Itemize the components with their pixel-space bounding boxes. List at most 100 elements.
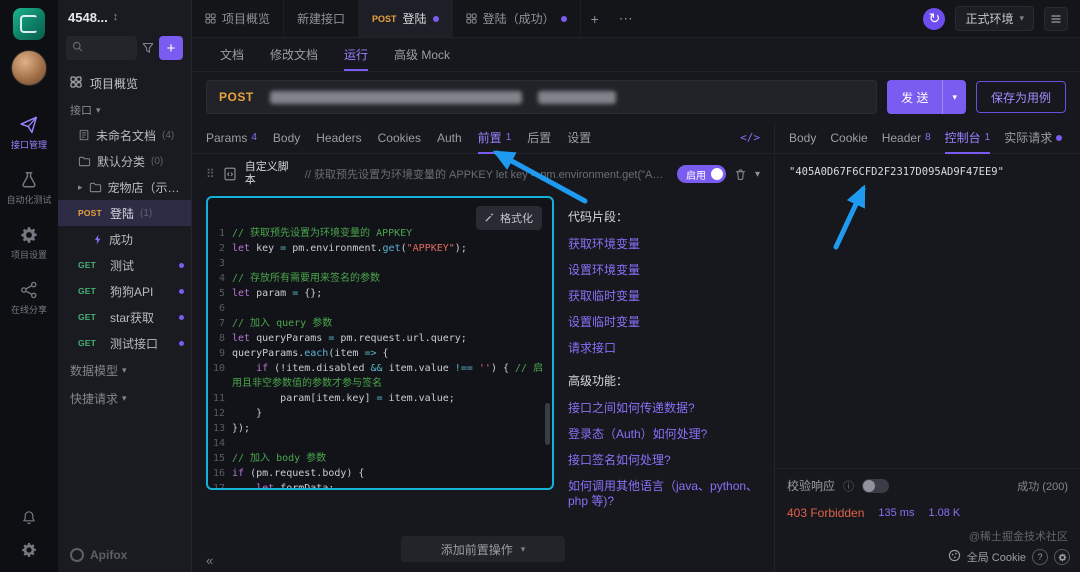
tab-settings[interactable]: 设置 — [567, 122, 591, 153]
format-button[interactable]: 格式化 — [476, 206, 542, 230]
tab-project-overview[interactable]: 项目概览 — [192, 0, 284, 37]
advanced-link-pass-data[interactable]: 接口之间如何传递数据? — [568, 401, 760, 416]
advanced-link-other-languages[interactable]: 如何调用其他语言（java、python、php 等)? — [568, 479, 760, 509]
rail-item-project-settings[interactable]: 项目设置 — [11, 226, 47, 261]
code-view-icon[interactable]: </> — [740, 122, 760, 153]
advanced-title: 高级功能： — [568, 372, 760, 389]
nav-tab-label: 高级 Mock — [394, 46, 450, 63]
collapse-sidebar-icon[interactable]: « — [206, 553, 213, 568]
sync-icon[interactable]: ↻ — [923, 8, 945, 30]
app-logo[interactable] — [13, 8, 45, 40]
api-tree: 未命名文档 (4) 默认分类 (0) ▸ 宠物店（示例）... POST 登陆 … — [58, 122, 191, 356]
collapse-chevron-icon[interactable]: ▾ — [755, 169, 760, 180]
snippet-link-set-env[interactable]: 设置环境变量 — [568, 263, 760, 278]
avatar[interactable] — [11, 50, 47, 86]
code-snippets-panel: 代码片段： 获取环境变量 设置环境变量 获取临时变量 设置临时变量 请求接口 高… — [568, 196, 760, 520]
advanced-link-auth[interactable]: 登录态（Auth）如何处理? — [568, 427, 760, 442]
nav-tab-docs[interactable]: 文档 — [220, 38, 244, 71]
nav-tab-advanced-mock[interactable]: 高级 Mock — [394, 38, 450, 71]
tree-item-unnamed-doc[interactable]: 未命名文档 (4) — [58, 122, 191, 148]
custom-script-header[interactable]: ⠿ 自定义脚本 // 获取预先设置为环境变量的 APPKEY let key =… — [192, 154, 774, 192]
method-badge: GET — [78, 338, 104, 348]
section-quick-request[interactable]: 快捷请求 ▾ — [58, 384, 191, 412]
send-button[interactable]: 发 送 ▾ — [887, 80, 966, 114]
validate-toggle[interactable] — [862, 479, 889, 493]
add-api-button[interactable]: + — [159, 36, 183, 60]
unsaved-dot — [179, 263, 184, 268]
section-api[interactable]: 接口 ▾ — [58, 98, 191, 122]
tree-item-star-request[interactable]: GET star获取 — [58, 304, 191, 330]
code-line: 17 let formData; — [212, 481, 544, 490]
snippet-link-get-temp[interactable]: 获取临时变量 — [568, 289, 760, 304]
new-tab-button[interactable]: + — [581, 0, 609, 37]
tab-label: 设置 — [567, 129, 591, 146]
tab-label: Auth — [437, 131, 462, 145]
tab-post-request[interactable]: 后置 — [527, 122, 551, 153]
redacted-url — [538, 91, 616, 104]
tab-response-cookie[interactable]: Cookie — [830, 122, 867, 153]
save-as-case-button[interactable]: 保存为用例 — [976, 81, 1066, 113]
tree-item-petstore-folder[interactable]: ▸ 宠物店（示例）... — [58, 174, 191, 200]
section-data-model[interactable]: 数据模型 ▾ — [58, 356, 191, 384]
search-input[interactable] — [66, 36, 137, 60]
settings-icon[interactable] — [1054, 549, 1070, 565]
url-input[interactable]: POST — [206, 80, 877, 114]
rail-item-api-management[interactable]: 接口管理 — [11, 116, 47, 151]
tab-pre-request[interactable]: 前置1 — [478, 122, 512, 153]
tab-response-body[interactable]: Body — [789, 122, 816, 153]
paper-plane-icon — [20, 116, 38, 134]
brand-name: Apifox — [90, 548, 127, 562]
environment-select[interactable]: 正式环境 ▾ — [955, 6, 1034, 31]
rail-item-online-share[interactable]: 在线分享 — [11, 281, 47, 316]
tree-item-success-case[interactable]: 成功 — [58, 226, 191, 252]
tab-body[interactable]: Body — [273, 122, 300, 153]
more-tabs-button[interactable]: ⋯ — [609, 0, 643, 37]
snippet-link-request-api[interactable]: 请求接口 — [568, 341, 760, 356]
menu-icon[interactable] — [1044, 7, 1068, 31]
snippet-link-set-temp[interactable]: 设置临时变量 — [568, 315, 760, 330]
help-icon[interactable]: ? — [1032, 549, 1048, 565]
tree-item-dog-api-request[interactable]: GET 狗狗API — [58, 278, 191, 304]
tab-actual-request[interactable]: 实际请求 — [1004, 122, 1062, 153]
gear-icon — [20, 226, 38, 244]
tab-count: 4 — [251, 132, 257, 143]
tab-label: Params — [206, 131, 247, 145]
drag-handle-icon[interactable]: ⠿ — [206, 167, 215, 181]
tab-login-request[interactable]: POST 登陆 — [359, 0, 453, 37]
tab-new-api[interactable]: 新建接口 — [284, 0, 359, 37]
settings-gear-icon[interactable] — [21, 542, 37, 558]
code-editor[interactable]: 格式化 1// 获取预先设置为环境变量的 APPKEY2let key = pm… — [206, 196, 554, 490]
nav-tab-edit-docs[interactable]: 修改文档 — [270, 38, 318, 71]
tab-response-header[interactable]: Header8 — [882, 122, 931, 153]
advanced-link-signature[interactable]: 接口签名如何处理? — [568, 453, 760, 468]
rail-item-automated-testing[interactable]: 自动化测试 — [6, 171, 51, 206]
enable-toggle[interactable]: 启用 — [677, 165, 726, 183]
bell-icon[interactable] — [21, 510, 37, 526]
tree-item-test-api-request[interactable]: GET 测试接口 — [58, 330, 191, 356]
tree-item-login-request[interactable]: POST 登陆 (1) — [58, 200, 191, 226]
snippet-link-get-env[interactable]: 获取环境变量 — [568, 237, 760, 252]
project-switcher[interactable]: 4548... ↕ — [58, 0, 191, 34]
content-split: Params 4 Body Headers Cookies Auth 前置1 后置… — [192, 122, 1080, 572]
editor-scrollbar[interactable] — [545, 403, 550, 445]
chevron-down-icon[interactable]: ▾ — [942, 80, 966, 114]
app-window: 接口管理 自动化测试 项目设置 在线分享 4548... ↕ — [0, 0, 1080, 572]
topbar-right: ↻ 正式环境 ▾ — [923, 0, 1080, 37]
tab-console[interactable]: 控制台1 — [945, 122, 991, 153]
format-label: 格式化 — [500, 210, 533, 226]
tree-item-test-request[interactable]: GET 测试 — [58, 252, 191, 278]
script-summary: // 获取预先设置为环境变量的 APPKEY let key = pm.envi… — [305, 166, 669, 182]
trash-icon[interactable] — [734, 168, 747, 181]
tab-cookies[interactable]: Cookies — [378, 122, 421, 153]
add-pre-action-button[interactable]: 添加前置操作 ▾ — [401, 536, 566, 562]
tab-auth[interactable]: Auth — [437, 122, 462, 153]
code-line: 11 param[item.key] = item.value; — [212, 391, 544, 406]
tab-headers[interactable]: Headers — [316, 122, 361, 153]
tree-item-default-folder[interactable]: 默认分类 (0) — [58, 148, 191, 174]
tab-login-success-case[interactable]: 登陆（成功） — [453, 0, 581, 37]
filter-icon[interactable] — [142, 42, 154, 54]
nav-tab-run[interactable]: 运行 — [344, 38, 368, 71]
cookie-label[interactable]: 全局 Cookie — [967, 549, 1026, 565]
sidebar-item-project-overview[interactable]: 项目概览 — [58, 68, 191, 98]
tab-params[interactable]: Params 4 — [206, 122, 257, 153]
